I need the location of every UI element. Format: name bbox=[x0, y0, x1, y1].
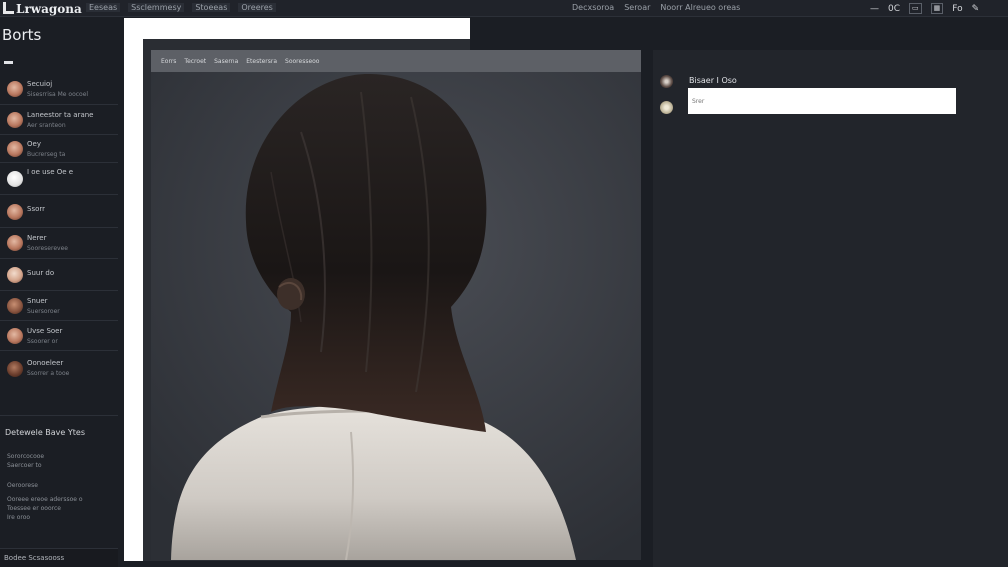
list-item[interactable]: I oe use Oe e bbox=[0, 163, 118, 195]
list-item[interactable]: Suur do bbox=[0, 259, 118, 291]
avatar bbox=[7, 298, 23, 314]
radio-option-icon[interactable] bbox=[660, 101, 673, 114]
list-item[interactable]: Uvse Soer Ssoorer or bbox=[0, 321, 118, 351]
avatar bbox=[7, 171, 23, 187]
app-logo[interactable]: Lrwagona bbox=[0, 0, 82, 17]
window-icon[interactable]: ▭ bbox=[909, 3, 922, 14]
list-item[interactable]: Oey Bucrerseg ta bbox=[0, 135, 118, 163]
page-title: Borts bbox=[2, 26, 42, 44]
list-item[interactable]: Ssorr bbox=[0, 195, 118, 228]
avatar bbox=[7, 141, 23, 157]
section-line: Saercoer to bbox=[7, 462, 42, 469]
list-item-name: Uvse Soer bbox=[27, 327, 63, 335]
nav-item[interactable]: Noorr Alreueo oreas bbox=[660, 3, 740, 12]
list-item-subtitle: Ssoorer or bbox=[27, 338, 58, 345]
avatar bbox=[7, 81, 23, 97]
list-item[interactable]: Secuioj Sisesrrisa Me oocoel bbox=[0, 74, 118, 105]
section-line: Oeroorese bbox=[7, 482, 38, 489]
nav-item[interactable]: Ssclemmesy bbox=[128, 3, 185, 12]
grid-icon[interactable]: ▦ bbox=[930, 3, 944, 14]
list-item[interactable]: Nerer Sooreserevee bbox=[0, 228, 118, 259]
list-item-subtitle: Suersoroer bbox=[27, 308, 60, 315]
nav-item[interactable]: Stoeeas bbox=[192, 3, 231, 12]
list-item-subtitle: Ssorrer a tooe bbox=[27, 370, 70, 377]
list-item-name: Laneestor ta arane bbox=[27, 111, 94, 119]
image-tab[interactable]: Etestersra bbox=[246, 58, 277, 65]
top-nav-right: Decxsoroa Seroar Noorr Alreueo oreas bbox=[572, 3, 740, 12]
image-viewer: Eorrs Tecroet Saserna Etestersra Sooress… bbox=[151, 50, 641, 560]
portrait-image[interactable] bbox=[151, 72, 641, 560]
nav-item[interactable]: Oreeres bbox=[238, 3, 276, 12]
image-tab-bar: Eorrs Tecroet Saserna Etestersra Sooress… bbox=[151, 50, 641, 72]
details-section: Detewele Bave Ytes Sororcocooe Saercoer … bbox=[0, 415, 118, 548]
avatar bbox=[7, 204, 23, 220]
title-underline bbox=[4, 61, 13, 64]
radio-option-icon[interactable] bbox=[660, 75, 673, 88]
sidebar: Secuioj Sisesrrisa Me oocoel Laneestor t… bbox=[0, 70, 118, 567]
avatar bbox=[7, 235, 23, 251]
section-line: Toessee er ooorce bbox=[7, 505, 61, 512]
nav-item[interactable]: Seroar bbox=[624, 3, 650, 12]
status-readout: 0C bbox=[888, 3, 901, 14]
list-item[interactable]: Oonoeleer Ssorrer a tooe bbox=[0, 351, 118, 387]
right-panel: Bisaer I Oso bbox=[653, 50, 1008, 567]
list-item-name: Oey bbox=[27, 140, 41, 148]
image-tab[interactable]: Tecroet bbox=[184, 58, 206, 65]
profile-label[interactable]: Fo bbox=[952, 4, 962, 14]
logo-text: Lrwagona bbox=[16, 1, 82, 16]
system-tray: — 0C ▭ ▦ Fo ✎ bbox=[870, 0, 979, 17]
footer-label: Bodee Scsasooss bbox=[4, 554, 65, 562]
section-line: Sororcocooe bbox=[7, 453, 45, 460]
nav-item[interactable]: Decxsoroa bbox=[572, 3, 614, 12]
top-bar: Lrwagona Eeseas Ssclemmesy Stoeeas Oreer… bbox=[0, 0, 1008, 17]
avatar bbox=[7, 267, 23, 283]
list-item[interactable]: Snuer Suersoroer bbox=[0, 291, 118, 321]
avatar bbox=[7, 361, 23, 377]
section-line: Ire oroo bbox=[7, 514, 31, 521]
list-item-name: Suur do bbox=[27, 269, 55, 277]
list-item[interactable]: Laneestor ta arane Aer sranteon bbox=[0, 105, 118, 135]
list-item-name: I oe use Oe e bbox=[27, 168, 74, 176]
minimize-icon[interactable]: — bbox=[870, 4, 879, 14]
top-nav-left: Eeseas Ssclemmesy Stoeeas Oreeres bbox=[86, 3, 276, 12]
list-item-subtitle: Sooreserevee bbox=[27, 245, 68, 252]
sidebar-footer[interactable]: Bodee Scsasooss bbox=[0, 548, 118, 567]
avatar bbox=[7, 112, 23, 128]
list-item-name: Oonoeleer bbox=[27, 359, 64, 367]
list-item-name: Ssorr bbox=[27, 205, 46, 213]
list-item-subtitle: Sisesrrisa Me oocoel bbox=[27, 91, 89, 98]
section-title: Detewele Bave Ytes bbox=[5, 428, 85, 437]
list-item-name: Nerer bbox=[27, 234, 47, 242]
list-item-subtitle: Aer sranteon bbox=[27, 122, 66, 129]
image-tab[interactable]: Saserna bbox=[214, 58, 238, 65]
text-input[interactable] bbox=[688, 88, 956, 114]
field-label: Bisaer I Oso bbox=[689, 76, 737, 85]
list-item-subtitle: Bucrerseg ta bbox=[27, 151, 66, 158]
section-line: Ooreee ereoe aderssoe o bbox=[7, 496, 83, 503]
list-item-name: Snuer bbox=[27, 297, 48, 305]
app-window: Lrwagona Eeseas Ssclemmesy Stoeeas Oreer… bbox=[0, 0, 1008, 567]
pin-icon[interactable]: ✎ bbox=[972, 4, 980, 14]
nav-item[interactable]: Eeseas bbox=[86, 3, 121, 12]
list-item-name: Secuioj bbox=[27, 80, 53, 88]
avatar bbox=[7, 328, 23, 344]
logo-icon bbox=[0, 0, 14, 17]
image-tab[interactable]: Eorrs bbox=[161, 58, 176, 65]
image-tab[interactable]: Sooresseoo bbox=[285, 58, 319, 65]
